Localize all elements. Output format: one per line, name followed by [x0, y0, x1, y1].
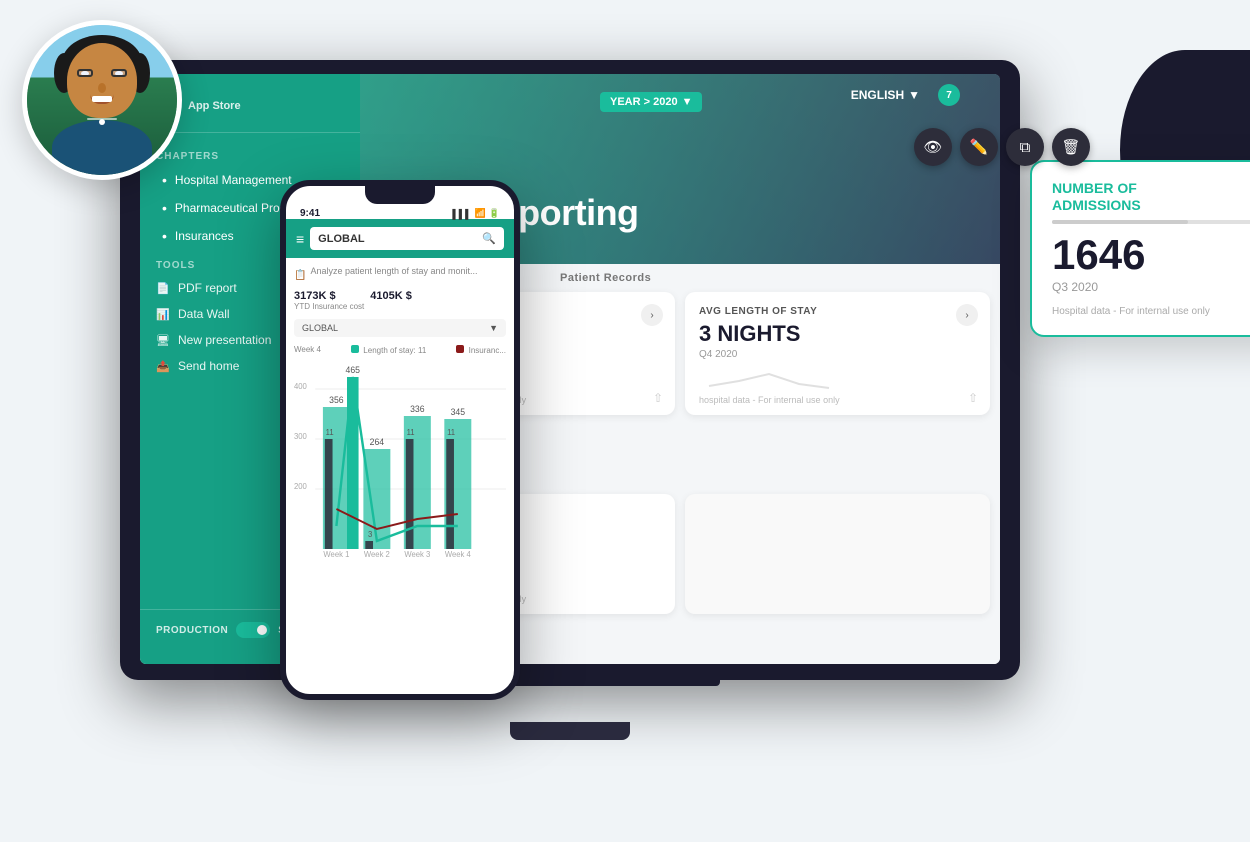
pdf-icon: 📄: [156, 281, 170, 295]
kpi-total-arrow[interactable]: ›: [641, 304, 663, 326]
datawall-icon: 📊: [156, 307, 170, 321]
env-production-label: PRODUCTION: [156, 625, 228, 636]
kpi-trend-chart: [699, 366, 849, 396]
mobile-time: 9:41: [300, 208, 320, 219]
mobile-filter-row[interactable]: GLOBAL ▼: [294, 319, 506, 337]
svg-text:Week 4: Week 4: [445, 550, 472, 559]
chat-badge[interactable]: 7: [938, 84, 960, 106]
env-toggle-switch[interactable]: [236, 622, 270, 638]
view-button[interactable]: 👁: [914, 128, 952, 166]
query-icon: 📋: [294, 270, 306, 281]
edit-button[interactable]: ✏️: [960, 128, 998, 166]
svg-text:356: 356: [329, 395, 344, 405]
kpi-avg-stay-label: AVG LENGTH OF STAY: [699, 306, 976, 317]
svg-text:Week 1: Week 1: [323, 550, 349, 559]
laptop: App Store Chapters Hospital Management P…: [120, 60, 1020, 740]
mobile-legend-1: Length of stay: 11: [351, 345, 426, 355]
svg-text:11: 11: [447, 428, 455, 437]
mobile-query: Analyze patient length of stay and monit…: [310, 266, 477, 276]
svg-text:11: 11: [326, 428, 334, 437]
sidebar-item-hospital-management-label: Hospital Management: [175, 173, 292, 187]
icon-toolbar: 👁 ✏️ ⧉ 🗑: [914, 128, 1090, 166]
floating-card-period: Q3 2020: [1052, 280, 1250, 294]
mobile-header: ≡ GLOBAL 🔍: [286, 219, 514, 258]
legend-dot-teal: [351, 345, 359, 353]
mobile-filter-chevron: ▼: [489, 323, 498, 333]
mobile-kpi-2: 4105K $: [370, 290, 412, 311]
mobile-filter-label: GLOBAL: [302, 323, 338, 333]
laptop-screen: App Store Chapters Hospital Management P…: [140, 74, 1000, 664]
sidebar-tool-datawall-label: Data Wall: [178, 307, 230, 321]
floating-admissions-card: › NUMBER OFADMISSIONS 1646 Q3 2020 Hospi…: [1030, 160, 1250, 337]
mobile-kpi-insurance: 3173K $ YTD Insurance cost: [294, 290, 364, 311]
legend-dot-red: [456, 345, 464, 353]
sendhome-icon: 📤: [156, 359, 170, 373]
kpi-avg-stay-arrow[interactable]: ›: [956, 304, 978, 326]
mobile-kpi-insurance-val: 3173K $: [294, 290, 364, 302]
mobile-status-icons: ▌▌▌ 📶 🔋: [452, 208, 500, 219]
floating-card-footer: Hospital data - For internal use only: [1052, 306, 1250, 317]
mobile-kpis: 3173K $ YTD Insurance cost 4105K $: [294, 290, 506, 311]
mobile-phone: 9:41 ▌▌▌ 📶 🔋 ≡ GLOBAL 🔍 📋 Analyze patien…: [280, 180, 520, 700]
sidebar-item-insurances-label: Insurances: [175, 229, 234, 243]
patient-records-label: Patient Records: [560, 272, 651, 284]
year-badge[interactable]: YEAR > 2020 ▼: [600, 92, 702, 112]
english-selector[interactable]: ENGLISH ▼: [851, 88, 920, 102]
laptop-body: App Store Chapters Hospital Management P…: [120, 60, 1020, 680]
floating-card-value: 1646: [1052, 234, 1250, 276]
battery-icon: 🔋: [489, 208, 500, 219]
svg-text:300: 300: [294, 432, 307, 441]
kpi-avg-stay-footer: hospital data - For internal use only: [699, 395, 840, 405]
mobile-chart: 400 300 200 356 11 264 3: [294, 359, 506, 559]
svg-text:11: 11: [407, 428, 415, 437]
svg-text:Week 2: Week 2: [364, 550, 390, 559]
kpi-card-avg-stay: AVG LENGTH OF STAY 3 NIGHTS Q4 2020 › ho…: [685, 292, 990, 415]
sidebar-tool-pdf-label: PDF report: [178, 281, 237, 295]
sidebar-tool-sendhome-label: Send home: [178, 359, 239, 373]
svg-text:336: 336: [410, 404, 425, 414]
kpi-total-share[interactable]: ⇧: [653, 391, 663, 405]
kpi-avg-stay-value: 3 NIGHTS: [699, 321, 800, 347]
mobile-search-text: GLOBAL: [318, 233, 364, 245]
hamburger-icon[interactable]: ≡: [296, 231, 304, 247]
floating-card-slider: [1052, 220, 1250, 224]
chevron-down-icon-english: ▼: [908, 88, 920, 102]
avatar-bg: [27, 25, 177, 175]
wifi-icon: 📶: [475, 208, 486, 219]
sidebar-tool-presentation-label: New presentation: [178, 333, 271, 347]
delete-button[interactable]: 🗑: [1052, 128, 1090, 166]
svg-text:345: 345: [451, 407, 466, 417]
svg-text:465: 465: [346, 365, 361, 375]
signal-icon: ▌▌▌: [452, 209, 471, 219]
slider-fill: [1052, 220, 1188, 224]
mobile-kpi-insurance-label: YTD Insurance cost: [294, 302, 364, 311]
avatar-body: [52, 120, 152, 175]
mobile-content: 📋 Analyze patient length of stay and mon…: [286, 258, 514, 572]
svg-text:400: 400: [294, 382, 307, 391]
laptop-stand: [510, 722, 630, 740]
mobile-notch: [365, 186, 435, 204]
mobile-kpi-2-val: 4105K $: [370, 290, 412, 302]
mobile-week-row: Week 4 Length of stay: 11 Insuranc...: [294, 345, 506, 355]
avatar: [22, 20, 182, 180]
mobile-legend-2: Insuranc...: [456, 345, 506, 355]
svg-text:264: 264: [370, 437, 385, 447]
floating-card-label: NUMBER OFADMISSIONS: [1052, 180, 1250, 214]
sidebar-app-store-label: App Store: [188, 100, 241, 112]
kpi-avg-stay-sub: Q4 2020: [699, 349, 976, 360]
avg-card-2: [685, 494, 990, 614]
avatar-face: [67, 43, 137, 118]
mobile-week-label: Week 4: [294, 345, 321, 355]
presentation-icon: 🖥: [156, 333, 170, 347]
mobile-body: 9:41 ▌▌▌ 📶 🔋 ≡ GLOBAL 🔍 📋 Analyze patien…: [280, 180, 520, 700]
svg-text:3: 3: [368, 530, 373, 539]
kpi-avg-stay-share[interactable]: ⇧: [968, 391, 978, 405]
chevron-down-icon: ▼: [682, 96, 693, 108]
copy-button[interactable]: ⧉: [1006, 128, 1044, 166]
svg-text:Week 3: Week 3: [404, 550, 431, 559]
mobile-search-icon: 🔍: [482, 232, 496, 245]
svg-text:200: 200: [294, 482, 307, 491]
mobile-search-bar[interactable]: GLOBAL 🔍: [310, 227, 504, 250]
